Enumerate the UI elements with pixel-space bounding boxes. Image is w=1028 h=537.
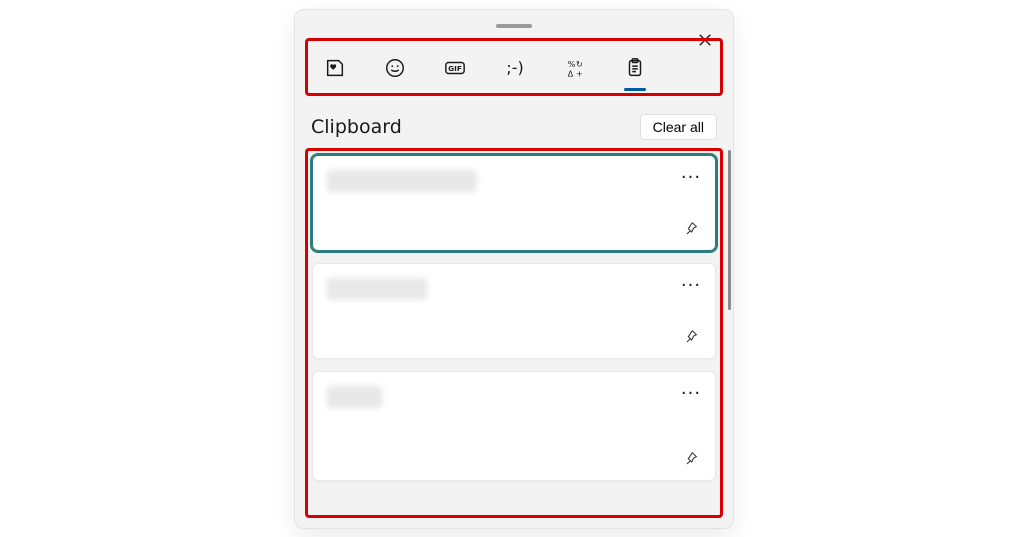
clipboard-item[interactable]: ··· — [312, 263, 716, 359]
pin-button[interactable] — [679, 216, 703, 240]
tab-gif[interactable]: GIF — [438, 51, 472, 85]
clear-all-button[interactable]: Clear all — [640, 114, 717, 140]
svg-text:+: + — [576, 68, 583, 78]
clipboard-item[interactable]: ··· — [312, 155, 716, 251]
scrollbar[interactable] — [728, 150, 731, 310]
clipboard-item[interactable]: ··· — [312, 371, 716, 481]
section-title: Clipboard — [311, 116, 402, 138]
tab-kaomoji[interactable]: ;-) — [498, 51, 532, 85]
more-options-button[interactable]: ··· — [679, 382, 703, 406]
tab-symbols[interactable]: %↻Δ+ — [558, 51, 592, 85]
category-tabs: GIF ;-) %↻Δ+ — [305, 38, 723, 96]
tab-emoji[interactable] — [378, 51, 412, 85]
svg-text:GIF: GIF — [448, 63, 462, 72]
clipboard-item-content — [327, 278, 427, 300]
drag-handle[interactable] — [496, 24, 532, 28]
tab-clipboard[interactable] — [618, 51, 652, 85]
sticker-heart-icon — [324, 57, 346, 79]
clipboard-item-content — [327, 386, 382, 408]
clipboard-list: ··· ··· ··· — [305, 148, 723, 518]
clipboard-list-wrap: ··· ··· ··· — [295, 148, 733, 528]
svg-text:Δ: Δ — [568, 68, 574, 78]
more-options-button[interactable]: ··· — [679, 274, 703, 298]
gif-icon: GIF — [444, 57, 466, 79]
smiley-icon — [384, 57, 406, 79]
section-header: Clipboard Clear all — [295, 96, 733, 148]
clipboard-icon — [624, 57, 646, 79]
pin-button[interactable] — [679, 446, 703, 470]
tab-recent[interactable] — [318, 51, 352, 85]
pin-icon — [683, 220, 699, 236]
more-options-button[interactable]: ··· — [679, 166, 703, 190]
emoji-clipboard-panel: GIF ;-) %↻Δ+ Clipboard Clear all ··· ··· ·… — [294, 9, 734, 529]
clipboard-item-content — [327, 170, 477, 192]
kaomoji-icon: ;-) — [506, 58, 523, 77]
symbols-icon: %↻Δ+ — [564, 57, 586, 79]
pin-icon — [683, 450, 699, 466]
pin-button[interactable] — [679, 324, 703, 348]
pin-icon — [683, 328, 699, 344]
